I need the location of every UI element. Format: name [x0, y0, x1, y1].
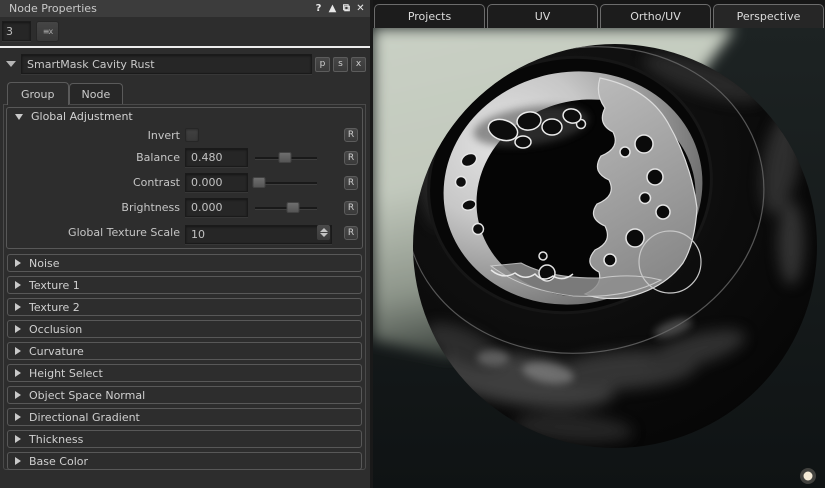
titlebar-icons: ? ▲ ⧉ ✕ — [312, 2, 367, 15]
texture-scale-field — [185, 223, 332, 242]
texture-scale-row: Global Texture Scale R — [7, 220, 362, 245]
section-texture-1[interactable]: Texture 1 — [7, 276, 362, 294]
texture-scale-input[interactable] — [185, 225, 332, 244]
contrast-slider[interactable] — [255, 176, 317, 189]
contrast-row: Contrast R — [7, 170, 362, 195]
section-label: Object Space Normal — [29, 389, 145, 402]
spin-up-icon[interactable] — [320, 228, 328, 232]
spin-down-icon[interactable] — [320, 233, 328, 237]
chevron-down-icon — [15, 114, 23, 120]
chevron-right-icon — [15, 391, 21, 399]
section-curvature[interactable]: Curvature — [7, 342, 362, 360]
section-label: Noise — [29, 257, 60, 270]
section-label: Directional Gradient — [29, 411, 140, 424]
section-label: Occlusion — [29, 323, 82, 336]
texture-scale-stepper[interactable] — [317, 225, 330, 240]
section-title: Global Adjustment — [31, 110, 133, 123]
tab-perspective[interactable]: Perspective — [713, 4, 824, 28]
section-label: Height Select — [29, 367, 103, 380]
section-noise[interactable]: Noise — [7, 254, 362, 272]
preview-button[interactable]: p — [315, 57, 330, 72]
panel-titlebar[interactable]: Node Properties ? ▲ ⧉ ✕ — [0, 0, 370, 17]
node-count-input[interactable] — [2, 21, 31, 41]
balance-label: Balance — [9, 151, 185, 164]
chevron-right-icon — [15, 281, 21, 289]
tab-projects[interactable]: Projects — [374, 4, 485, 28]
section-label: Base Color — [29, 455, 88, 468]
global-adjustment-header[interactable]: Global Adjustment — [7, 108, 362, 125]
section-label: Curvature — [29, 345, 84, 358]
close-icon[interactable]: ✕ — [354, 2, 367, 15]
reset-contrast-button[interactable]: R — [344, 176, 358, 190]
viewport-canvas[interactable] — [373, 28, 825, 488]
reset-balance-button[interactable]: R — [344, 151, 358, 165]
clear-node-button[interactable]: ≡x — [36, 21, 59, 42]
clear-x-icon: ≡x — [43, 27, 52, 36]
tab-ortho-uv[interactable]: Ortho/UV — [600, 4, 711, 28]
section-height-select[interactable]: Height Select — [7, 364, 362, 382]
light-indicator — [800, 468, 816, 484]
help-icon[interactable]: ? — [312, 2, 325, 15]
section-texture-2[interactable]: Texture 2 — [7, 298, 362, 316]
chevron-right-icon — [15, 413, 21, 421]
chevron-right-icon — [15, 303, 21, 311]
chevron-right-icon — [15, 435, 21, 443]
reset-brightness-button[interactable]: R — [344, 201, 358, 215]
section-object-space-normal[interactable]: Object Space Normal — [7, 386, 362, 404]
chevron-right-icon — [15, 369, 21, 377]
brightness-slider[interactable] — [255, 201, 317, 214]
3d-scene[interactable] — [373, 28, 825, 488]
brightness-input[interactable] — [185, 198, 248, 217]
invert-row: Invert R — [7, 125, 362, 145]
collapse-icon[interactable]: ▲ — [326, 2, 339, 15]
node-properties-panel: Node Properties ? ▲ ⧉ ✕ ≡x p s x Group N… — [0, 0, 370, 488]
delete-button[interactable]: x — [351, 57, 366, 72]
tab-uv[interactable]: UV — [487, 4, 598, 28]
balance-input[interactable] — [185, 148, 248, 167]
section-occlusion[interactable]: Occlusion — [7, 320, 362, 338]
chevron-right-icon — [15, 457, 21, 465]
section-label: Texture 1 — [29, 279, 80, 292]
app-window: Node Properties ? ▲ ⧉ ✕ ≡x p s x Group N… — [0, 0, 825, 488]
tab-group[interactable]: Group — [7, 82, 69, 105]
contrast-input[interactable] — [185, 173, 248, 192]
reset-texture-scale-button[interactable]: R — [344, 226, 358, 240]
viewport-tab-bar: Projects UV Ortho/UV Perspective — [373, 0, 825, 28]
section-directional-gradient[interactable]: Directional Gradient — [7, 408, 362, 426]
section-base-color[interactable]: Base Color — [7, 452, 362, 470]
invert-label: Invert — [9, 129, 185, 142]
balance-row: Balance R — [7, 145, 362, 170]
chevron-right-icon — [15, 347, 21, 355]
smartmask-row: p s x — [0, 48, 370, 74]
section-thickness[interactable]: Thickness — [7, 430, 362, 448]
brightness-label: Brightness — [9, 201, 185, 214]
chevron-right-icon — [15, 325, 21, 333]
group-tab-page: Global Adjustment Invert R Balance R — [3, 104, 366, 470]
slider-handle[interactable] — [253, 177, 266, 188]
panel-tabs: Group Node — [0, 74, 370, 104]
smartmask-name-input[interactable] — [21, 54, 312, 74]
contrast-label: Contrast — [9, 176, 185, 189]
brightness-row: Brightness R — [7, 195, 362, 220]
invert-checkbox[interactable] — [185, 128, 199, 142]
section-label: Texture 2 — [29, 301, 80, 314]
balance-slider[interactable] — [255, 151, 317, 164]
texture-scale-label: Global Texture Scale — [9, 226, 185, 239]
reset-invert-button[interactable]: R — [344, 128, 358, 142]
panel-title: Node Properties — [9, 2, 97, 15]
chevron-right-icon — [15, 259, 21, 267]
global-adjustment-section: Global Adjustment Invert R Balance R — [6, 107, 363, 249]
tab-node[interactable]: Node — [69, 83, 124, 104]
viewport-column: Projects UV Ortho/UV Perspective — [373, 0, 825, 488]
chevron-down-icon[interactable] — [6, 61, 16, 67]
section-label: Thickness — [29, 433, 83, 446]
restore-icon[interactable]: ⧉ — [340, 2, 353, 15]
slider-handle[interactable] — [287, 202, 300, 213]
save-button[interactable]: s — [333, 57, 348, 72]
panel-toolbar: ≡x — [0, 17, 370, 44]
slider-handle[interactable] — [278, 152, 291, 163]
